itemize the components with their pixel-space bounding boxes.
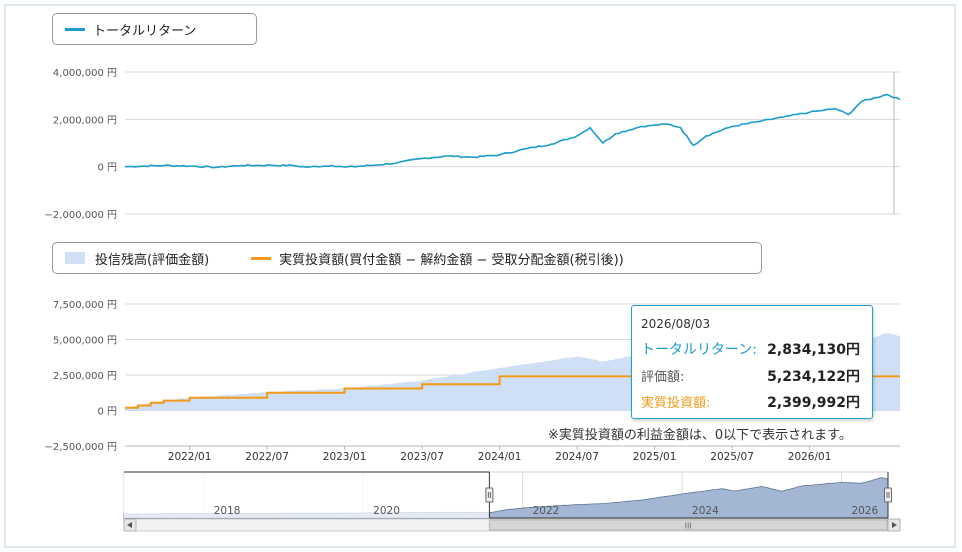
legend-label: 投信残高(評価金額) [95,252,210,268]
navigator-handle[interactable] [884,487,892,503]
y-tick-label: 2,000,000 円 [53,115,117,126]
area-swatch-icon [65,252,85,264]
x-tick-label: 2024/01 [478,451,522,463]
x-tick-label: 2022/07 [245,451,289,463]
y-tick-label: −2,500,000 円 [45,442,117,453]
x-tick-label: 2025/01 [633,451,677,463]
navigator-handle-body [884,487,892,503]
navigator-year-label: 2022 [533,505,560,517]
note-text: ※実質投資額の利益金額は、0以下で表示されます。 [548,428,852,443]
line-swatch-icon [65,27,85,31]
navigator-unselected-mask [124,472,490,518]
tooltip-row-total-return: トータルリターン: 2,834,130円 [641,339,860,358]
tooltip-row-net-investment: 実質投資額: 2,399,992円 [641,392,860,411]
x-tick-label: 2025/07 [710,451,754,463]
tooltip-label: 実質投資額: [641,396,711,411]
y-tick-label: −2,000,000 円 [45,210,117,221]
line-swatch-icon [251,256,272,260]
tooltip-row-valuation: 評価額: 5,234,122円 [641,366,860,385]
x-tick-label: 2023/01 [323,451,367,463]
y-tick-label: 2,500,000 円 [53,371,117,382]
legend-bottom: 投信残高(評価金額) 実質投資額(買付金額 − 解約金額 − 受取分配金額(税引… [52,242,762,274]
y-tick-label: 7,500,000 円 [53,300,117,311]
scrollbar-grip-icon: III [685,522,692,531]
navigator-handle-body [485,487,494,503]
legend-top: トータルリターン [52,13,257,45]
tooltip: 2026/08/03 トータルリターン: 2,834,130円 評価額: 5,2… [631,305,873,419]
legend-item-valuation[interactable]: 投信残高(評価金額) [65,249,209,268]
tooltip-value: 2,834,130円 [767,342,860,358]
x-tick-label: 2023/07 [400,451,444,463]
navigator-year-label: 2024 [692,505,719,517]
tooltip-label: 評価額: [641,370,685,385]
total-return-series-line [124,93,901,169]
x-tick-label: 2022/01 [168,451,212,463]
x-tick-label: 2024/07 [555,451,599,463]
tooltip-value: 2,399,992円 [767,395,860,411]
tooltip-value: 5,234,122円 [767,369,860,385]
navigator-year-label: 2018 [214,505,241,517]
x-tick-label: 2026/01 [788,451,832,463]
y-tick-label: 5,000,000 円 [53,336,117,347]
legend-label: 実質投資額(買付金額 − 解約金額 − 受取分配金額(税引後)) [279,252,624,268]
legend-item-total-return[interactable]: トータルリターン [65,20,196,39]
legend-label: トータルリターン [93,23,197,39]
tooltip-date: 2026/08/03 [641,317,711,331]
y-tick-label: 0 円 [97,407,117,418]
y-tick-label: 4,000,000 円 [53,68,117,79]
navigator-year-label: 2020 [373,505,400,517]
tooltip-label: トータルリターン: [641,342,758,358]
chart-canvas: 4,000,000 円 2,000,000 円 0 円 −2,000,000 円 7,5… [45,68,901,532]
y-tick-label: 0 円 [97,163,117,174]
legend-item-net-investment[interactable]: 実質投資額(買付金額 − 解約金額 − 受取分配金額(税引後)) [251,249,624,268]
navigator-handle[interactable] [485,487,494,503]
navigator-year-label: 2026 [851,505,878,517]
